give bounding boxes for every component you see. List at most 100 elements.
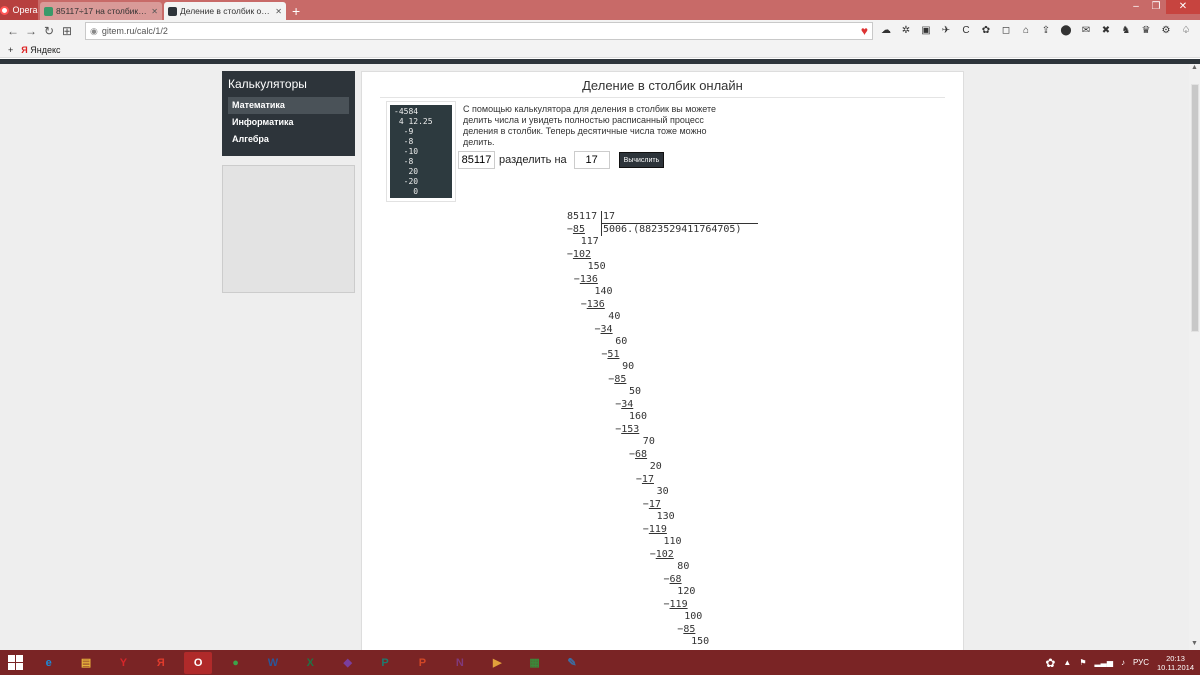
new-tab-button[interactable]: + xyxy=(292,2,300,20)
sidebar-item-math[interactable]: Математика xyxy=(228,97,349,114)
close-window-icon[interactable]: ✕ xyxy=(1166,0,1200,14)
paint-icon[interactable]: ✎ xyxy=(558,652,586,674)
publisher-icon[interactable]: P xyxy=(371,652,399,674)
extension-icon[interactable]: ♤ xyxy=(1178,23,1194,39)
powerpoint-icon[interactable]: P xyxy=(408,652,436,674)
forward-icon[interactable]: → xyxy=(22,24,40,38)
division-subtrahend: −85 xyxy=(608,374,626,386)
extension-icon[interactable]: ♞ xyxy=(1118,23,1134,39)
add-bookmark-button[interactable]: + xyxy=(8,45,13,55)
opera-logo-icon xyxy=(0,5,10,15)
bookmark-heart-icon[interactable]: ♥ xyxy=(861,24,868,38)
opera-icon[interactable]: O xyxy=(184,651,213,674)
subtrahend-value: 51 xyxy=(607,348,620,360)
minimize-icon[interactable]: – xyxy=(1126,0,1146,14)
page-title: Деление в столбик онлайн xyxy=(380,78,945,98)
sidebar-item-informatics[interactable]: Информатика xyxy=(228,114,349,131)
subtrahend-value: 34 xyxy=(621,398,634,410)
close-tab-icon[interactable]: ✕ xyxy=(151,7,158,16)
extension-icon[interactable]: ▣ xyxy=(918,23,934,39)
windows-taskbar: e ▤ Y Я O ● W X ◆ P P N ▶ ▦ ✎ ✿ ▲ ⚑ ▂▃▅ ♪ РУС 20:13 10… xyxy=(0,650,1200,675)
extension-icon[interactable]: ☁ xyxy=(878,23,894,39)
subtrahend-value: 136 xyxy=(586,298,605,310)
onenote-icon[interactable]: N xyxy=(446,652,474,674)
flag-icon[interactable]: ⚑ xyxy=(1079,658,1086,667)
opera-menu-button[interactable]: Opera xyxy=(0,0,38,20)
start-button[interactable] xyxy=(0,655,30,670)
compute-button[interactable]: Вычислить xyxy=(618,152,665,168)
extension-icon[interactable]: ⇪ xyxy=(1038,23,1054,39)
scroll-down-icon[interactable]: ▼ xyxy=(1189,640,1200,650)
division-subtrahend: −85 xyxy=(567,224,585,236)
chalkboard-line: -4584 xyxy=(394,107,419,116)
volume-icon[interactable]: ♪ xyxy=(1121,658,1125,667)
app-purple-icon[interactable]: ◆ xyxy=(334,652,362,674)
extension-icon[interactable]: ✿ xyxy=(978,23,994,39)
sidebar-item-algebra[interactable]: Алгебра xyxy=(228,131,349,148)
windows-logo-icon xyxy=(7,655,23,670)
division-subtrahend: −17 xyxy=(636,474,654,486)
yandex-icon: Я xyxy=(21,44,28,55)
network-icon[interactable]: ▂▃▅ xyxy=(1095,658,1113,667)
dividend-input[interactable] xyxy=(458,151,495,169)
tray-app-icon[interactable]: ✿ xyxy=(1045,656,1055,670)
extension-icon[interactable]: ✖ xyxy=(1098,23,1114,39)
chrome-icon[interactable]: ● xyxy=(222,652,250,674)
chalkboard-line: 0 xyxy=(394,187,419,196)
extension-icon[interactable]: ✈ xyxy=(938,23,954,39)
explorer-icon[interactable]: ▤ xyxy=(72,652,100,674)
division-remainder: 130 xyxy=(656,511,675,522)
subtrahend-value: 34 xyxy=(600,323,613,335)
extension-icon[interactable]: ⬤ xyxy=(1058,23,1074,39)
division-dividend: 85117 xyxy=(567,211,598,222)
calculators-sidebar: Калькуляторы Математика Информатика Алге… xyxy=(222,71,355,156)
window-controls: – ❐ ✕ xyxy=(1126,0,1200,14)
language-indicator[interactable]: РУС xyxy=(1133,658,1149,667)
ie-icon[interactable]: e xyxy=(35,652,63,674)
tab-label: Деление в столбик онлайн xyxy=(180,6,272,16)
calculator-icon[interactable]: ▦ xyxy=(521,652,549,674)
word-icon[interactable]: W xyxy=(259,652,287,674)
page-scrollbar[interactable]: ▲ ▼ xyxy=(1189,64,1200,650)
clock[interactable]: 20:13 10.11.2014 xyxy=(1157,654,1194,672)
extension-icon[interactable]: ♛ xyxy=(1138,23,1154,39)
subtrahend-value: 85 xyxy=(683,623,696,635)
subtrahend-value: 17 xyxy=(648,498,661,510)
bookmark-yandex[interactable]: Я Яндекс xyxy=(21,45,60,55)
sidebar-title: Калькуляторы xyxy=(228,77,307,91)
maximize-icon[interactable]: ❐ xyxy=(1146,0,1166,14)
chalkboard-line: 20 xyxy=(394,167,419,176)
speed-dial-icon[interactable]: ⊞ xyxy=(58,24,76,38)
scroll-up-icon[interactable]: ▲ xyxy=(1189,64,1200,74)
division-remainder: 50 xyxy=(629,386,642,397)
tab-long-division[interactable]: Деление в столбик онлайн ✕ xyxy=(164,2,286,20)
yandex-icon[interactable]: Я xyxy=(147,652,175,674)
divisor-input[interactable] xyxy=(573,151,610,169)
reload-icon[interactable]: ↻ xyxy=(40,24,58,38)
yandex-browser-icon[interactable]: Y xyxy=(109,652,137,674)
back-icon[interactable]: ← xyxy=(4,24,22,38)
subtrahend-value: 85 xyxy=(614,373,627,385)
subtrahend-value: 68 xyxy=(669,573,682,585)
system-tray: ✿ ▲ ⚑ ▂▃▅ ♪ РУС 20:13 10.11.2014 xyxy=(1045,650,1194,675)
show-hidden-icons-icon[interactable]: ▲ xyxy=(1063,658,1071,667)
chalkboard-image: -4584 4 12.25 -9 -8 -10 -8 20 -20 0 xyxy=(390,105,452,198)
division-remainder: 160 xyxy=(629,411,648,422)
extension-icon[interactable]: ✉ xyxy=(1078,23,1094,39)
media-icon[interactable]: ▶ xyxy=(483,652,511,674)
extension-icon[interactable]: C xyxy=(958,23,974,39)
division-subtrahend: −153 xyxy=(615,424,639,436)
extension-icon[interactable]: ✲ xyxy=(898,23,914,39)
extension-icon[interactable]: ⚙ xyxy=(1158,23,1174,39)
close-tab-icon[interactable]: ✕ xyxy=(275,7,282,16)
site-info-icon[interactable]: ◉ xyxy=(90,26,98,37)
division-remainder: 140 xyxy=(594,286,613,297)
divide-by-label: разделить на xyxy=(499,154,567,166)
extension-icon[interactable]: ◻ xyxy=(998,23,1014,39)
scrollbar-thumb[interactable] xyxy=(1191,84,1199,332)
url-input[interactable]: ◉ gitem.ru/calc/1/2 ♥ xyxy=(85,22,873,40)
tab-calc-result[interactable]: 85117÷17 на столбике ... ✕ xyxy=(40,2,162,20)
excel-icon[interactable]: X xyxy=(296,652,324,674)
division-remainder: 100 xyxy=(684,611,703,622)
extension-icon[interactable]: ⌂ xyxy=(1018,23,1034,39)
